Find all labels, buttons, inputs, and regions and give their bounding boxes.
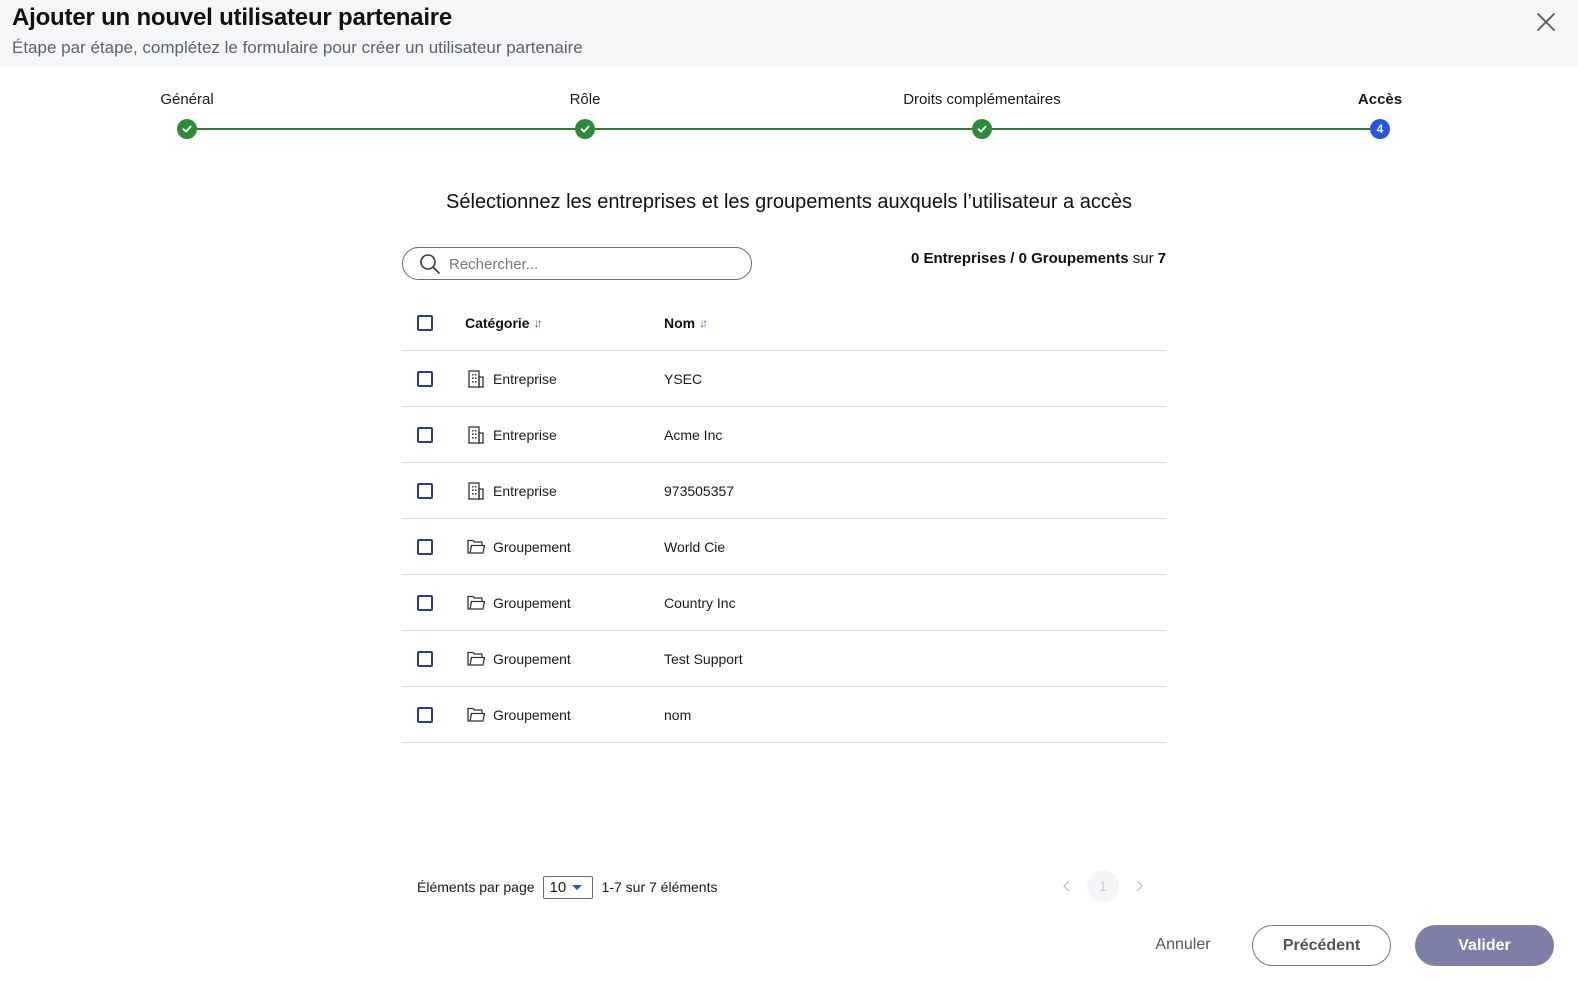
dialog-title: Ajouter un nouvel utilisateur partenaire bbox=[12, 4, 453, 31]
row-category: Entreprise bbox=[493, 427, 557, 443]
dialog-subtitle: Étape par étape, complétez le formulaire… bbox=[12, 38, 583, 57]
row-category: Entreprise bbox=[493, 371, 557, 387]
table-header: Catégorie ↓↑ Nom ↓↑ bbox=[402, 295, 1166, 351]
building-icon bbox=[468, 426, 484, 444]
cancel-button[interactable]: Annuler bbox=[1146, 926, 1220, 964]
counter-total: 7 bbox=[1157, 250, 1167, 267]
row-checkbox[interactable] bbox=[417, 371, 433, 387]
table-row[interactable]: Groupement World Cie bbox=[402, 519, 1166, 575]
folder-icon bbox=[467, 651, 486, 666]
folder-icon bbox=[467, 707, 486, 722]
stepper: Général Rôle Droits complémentaires Accè… bbox=[0, 88, 1578, 148]
entreprises-count: 0 Entreprises bbox=[911, 250, 1007, 267]
row-name: YSEC bbox=[664, 371, 703, 387]
step-connector bbox=[197, 128, 575, 130]
row-checkbox[interactable] bbox=[417, 483, 433, 499]
row-name: Country Inc bbox=[664, 595, 736, 611]
counter-sur: sur bbox=[1128, 250, 1158, 267]
step-label-role: Rôle bbox=[569, 91, 601, 108]
folder-icon bbox=[467, 595, 486, 610]
table-row[interactable]: Groupement nom bbox=[402, 687, 1166, 743]
select-all-checkbox[interactable] bbox=[417, 315, 433, 331]
row-checkbox[interactable] bbox=[417, 539, 433, 555]
row-name: nom bbox=[664, 707, 692, 723]
step-check-icon bbox=[575, 119, 595, 139]
row-checkbox[interactable] bbox=[417, 427, 433, 443]
step-check-icon bbox=[177, 119, 197, 139]
row-category: Entreprise bbox=[493, 483, 557, 499]
pagination-prev-button[interactable] bbox=[1059, 878, 1075, 894]
row-checkbox[interactable] bbox=[417, 595, 433, 611]
per-page-label: Éléments par page bbox=[417, 879, 535, 895]
close-icon bbox=[1537, 13, 1555, 31]
step-label-droits: Droits complémentaires bbox=[903, 91, 1061, 108]
selection-counter: 0 Entreprises / 0 Groupements sur 7 bbox=[911, 250, 1167, 267]
building-icon bbox=[468, 370, 484, 388]
folder-icon bbox=[467, 539, 486, 554]
row-checkbox[interactable] bbox=[417, 707, 433, 723]
close-button[interactable] bbox=[1534, 10, 1558, 34]
step-connector bbox=[992, 128, 1370, 130]
row-category: Groupement bbox=[493, 595, 571, 611]
column-header-nom[interactable]: Nom ↓↑ bbox=[664, 315, 708, 331]
row-name: World Cie bbox=[664, 539, 726, 555]
table-row[interactable]: Groupement Test Support bbox=[402, 631, 1166, 687]
search-input[interactable] bbox=[449, 252, 739, 276]
pagination-page-button[interactable]: 1 bbox=[1087, 870, 1119, 902]
step-connector bbox=[595, 128, 972, 130]
step-label-general: Général bbox=[160, 91, 214, 108]
sort-icon: ↓↑ bbox=[699, 316, 708, 330]
row-category: Groupement bbox=[493, 651, 571, 667]
search-icon bbox=[420, 254, 440, 274]
building-icon bbox=[468, 482, 484, 500]
step-check-icon bbox=[972, 119, 992, 139]
per-page-select[interactable]: 10 bbox=[542, 875, 593, 899]
chevron-right-icon bbox=[1136, 880, 1143, 892]
previous-button[interactable]: Précédent bbox=[1252, 925, 1391, 966]
table-row[interactable]: Entreprise YSEC bbox=[402, 351, 1166, 407]
pagination-range: 1-7 sur 7 éléments bbox=[601, 879, 718, 895]
pagination-next-button[interactable] bbox=[1131, 878, 1147, 894]
table-row[interactable]: Entreprise 973505357 bbox=[402, 463, 1166, 519]
row-name: 973505357 bbox=[664, 483, 735, 499]
per-page-value: 10 bbox=[549, 878, 567, 896]
pagination-controls: 1 bbox=[1056, 870, 1152, 902]
access-table: Catégorie ↓↑ Nom ↓↑ Entreprise YSEC Entr… bbox=[402, 295, 1166, 743]
step-number-badge: 4 bbox=[1370, 119, 1390, 139]
row-category: Groupement bbox=[493, 539, 571, 555]
caret-down-icon bbox=[571, 884, 582, 890]
submit-button[interactable]: Valider bbox=[1415, 925, 1554, 966]
groupements-count: 0 Groupements bbox=[1018, 250, 1129, 267]
step-label-acces: Accès bbox=[1357, 91, 1403, 108]
table-row[interactable]: Entreprise Acme Inc bbox=[402, 407, 1166, 463]
row-name: Acme Inc bbox=[664, 427, 723, 443]
access-instruction: Sélectionnez les entreprises et les grou… bbox=[446, 191, 1132, 213]
table-row[interactable]: Groupement Country Inc bbox=[402, 575, 1166, 631]
row-name: Test Support bbox=[664, 651, 743, 667]
dialog-header: Ajouter un nouvel utilisateur partenaire… bbox=[0, 0, 1578, 67]
pagination-info: Éléments par page 10 1-7 sur 7 éléments bbox=[417, 875, 717, 899]
row-category: Groupement bbox=[493, 707, 571, 723]
row-checkbox[interactable] bbox=[417, 651, 433, 667]
search-field[interactable] bbox=[402, 247, 752, 280]
sort-icon: ↓↑ bbox=[533, 316, 543, 330]
column-header-categorie[interactable]: Catégorie ↓↑ bbox=[465, 315, 543, 331]
chevron-left-icon bbox=[1063, 880, 1070, 892]
counter-separator: / bbox=[1006, 250, 1019, 267]
